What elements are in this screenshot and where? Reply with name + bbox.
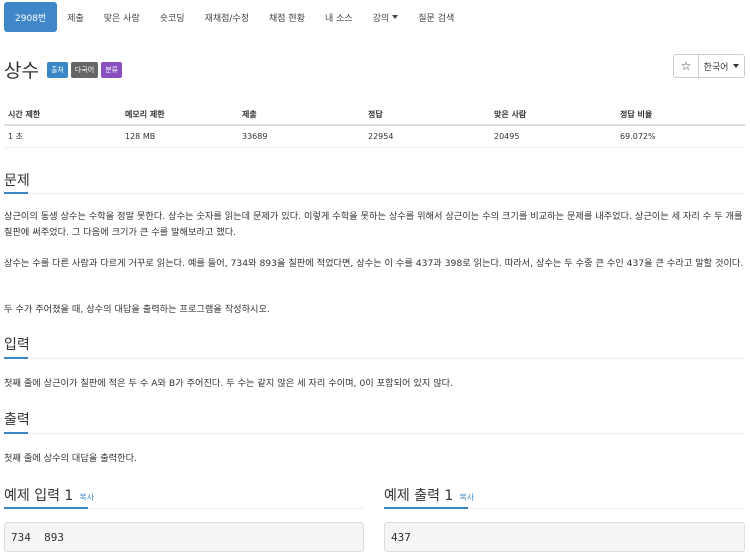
description-heading: 문제 [4, 173, 30, 189]
problem-nav: 2908번 제출 맞은 사람 숏코딩 재채점/수정 채점 현황 내 소스 강의 … [0, 0, 750, 35]
sample-input-title: 예제 입력 1 [4, 488, 74, 504]
stats-value-cell: 1 초 [8, 132, 23, 141]
sample-input-box[interactable]: 734 893 [4, 522, 364, 552]
sample-output-box[interactable]: 437 [384, 522, 745, 552]
source-label[interactable]: 출처 [46, 61, 68, 78]
nav-item-question-search[interactable]: 질문 검색 [408, 2, 464, 32]
output-description: 첫째 줄에 상수의 대답을 출력한다. [4, 453, 137, 464]
multilang-label[interactable]: 다국어 [70, 61, 99, 78]
stats-value-cell: 20495 [494, 132, 520, 141]
stats-value-row: 1 초 128 MB 33689 22954 20495 69.072% [4, 126, 745, 148]
nav-item-problem-number[interactable]: 2908번 [4, 2, 58, 32]
sample-input-heading: 예제 입력 1 복사 [4, 485, 94, 505]
nav-label: 맞은 사람 [103, 13, 140, 24]
section-divider [4, 433, 745, 434]
stats-header-cell: 정답 비율 [620, 109, 653, 119]
section-divider [4, 193, 745, 194]
section-accent [384, 507, 468, 509]
description-paragraph: 상수는 수를 다른 사람과 다르게 거꾸로 읽는다. 예를 들어, 734와 8… [4, 258, 744, 269]
caret-down-icon [392, 15, 399, 19]
section-accent [4, 432, 28, 434]
action-button-group: ☆ 한국어 [673, 54, 745, 78]
stats-header-cell: 제출 [242, 109, 257, 119]
section-divider [4, 358, 745, 359]
nav-label: 채점 현황 [269, 13, 305, 24]
stats-header-cell: 메모리 제한 [125, 109, 165, 119]
input-heading: 입력 [4, 337, 30, 353]
stats-header-cell: 시간 제한 [8, 109, 41, 119]
stats-header-cell: 정답 [368, 109, 383, 119]
stats-value-cell: 128 MB [125, 132, 156, 141]
input-description: 첫째 줄에 상근이가 칠판에 적은 두 수 A와 B가 주어진다. 두 수는 같… [4, 378, 454, 389]
nav-label: 질문 검색 [418, 13, 455, 24]
title-row: 상수 출처 다국어 분류 [4, 56, 125, 83]
favorite-button[interactable]: ☆ [673, 54, 699, 78]
stats-value-cell: 22954 [368, 132, 394, 141]
nav-item-short-coding[interactable]: 숏코딩 [150, 2, 195, 32]
nav-item-my-source[interactable]: 내 소스 [315, 2, 363, 32]
language-label: 한국어 [703, 62, 729, 73]
nav-item-submit[interactable]: 제출 [57, 2, 94, 32]
output-heading: 출력 [4, 412, 30, 428]
section-accent [4, 357, 28, 359]
nav-item-rejudge[interactable]: 재채점/수정 [195, 2, 259, 32]
stats-header-row: 시간 제한 메모리 제한 제출 정답 맞은 사람 정답 비율 [4, 104, 745, 126]
sample-output-heading: 예제 출력 1 복사 [384, 485, 474, 505]
page-title: 상수 [4, 60, 39, 82]
nav-label: 재채점/수정 [204, 13, 250, 24]
problem-stats-table: 시간 제한 메모리 제한 제출 정답 맞은 사람 정답 비율 1 초 128 M… [4, 104, 745, 148]
section-accent [4, 192, 28, 194]
caret-down-icon [733, 64, 740, 68]
description-paragraph: 두 수가 주어졌을 때, 상수의 대답을 출력하는 프로그램을 작성하시오. [4, 304, 270, 315]
stats-header-cell: 맞은 사람 [494, 109, 527, 119]
copy-input-link[interactable]: 복사 [79, 492, 94, 503]
nav-label: 내 소스 [325, 13, 353, 24]
star-icon: ☆ [680, 59, 692, 73]
section-accent [4, 507, 88, 509]
nav-label: 제출 [67, 13, 84, 24]
nav-label: 2908번 [15, 13, 47, 24]
stats-value-cell: 69.072% [620, 132, 656, 141]
category-label[interactable]: 분류 [101, 61, 123, 78]
description-paragraph: 상근이의 동생 상수는 수학을 정말 못한다. 상수는 숫자를 읽는데 문제가 … [4, 211, 743, 238]
stats-value-cell: 33689 [242, 132, 268, 141]
copy-output-link[interactable]: 복사 [459, 492, 474, 503]
sample-output-title: 예제 출력 1 [384, 488, 454, 504]
nav-label: 숏코딩 [159, 13, 185, 24]
nav-item-lecture-dropdown[interactable]: 강의 [363, 2, 409, 32]
nav-item-status[interactable]: 채점 현황 [259, 2, 315, 32]
nav-item-solvers[interactable]: 맞은 사람 [94, 2, 150, 32]
language-dropdown[interactable]: 한국어 [699, 54, 745, 78]
nav-label: 강의 [372, 13, 390, 24]
